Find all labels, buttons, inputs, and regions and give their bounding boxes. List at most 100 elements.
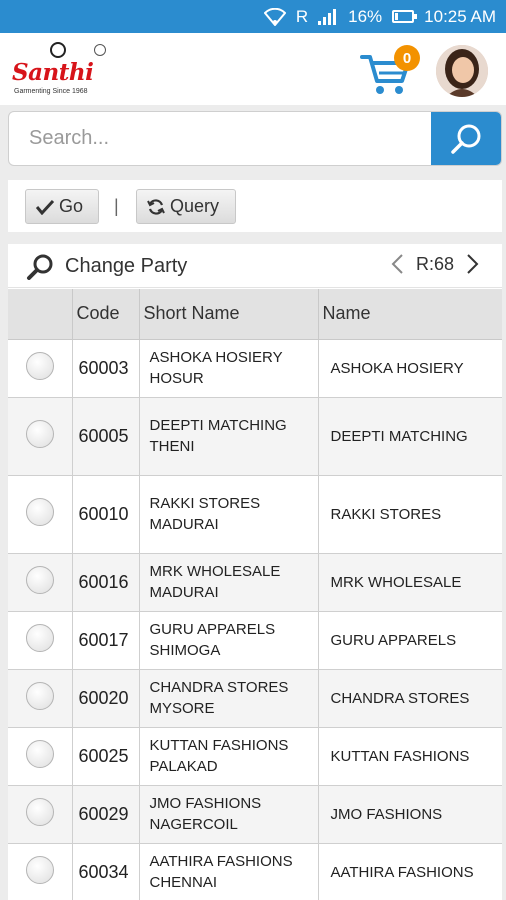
row-radio-button[interactable] [25,566,54,594]
user-avatar[interactable] [436,45,488,97]
party-code: 60003 [72,339,140,398]
signal-icon [318,8,338,25]
row-radio-button[interactable] [25,498,54,526]
short-name-line: MRK WHOLESALE [149,563,281,580]
short-name-city: NAGERCOIL [149,816,238,833]
column-header-name[interactable]: Name [318,289,502,340]
table-row[interactable]: 60017 GURU APPARELS SHIMOGA GURU APPARELS [8,611,502,670]
short-name-line: KUTTAN FASHIONS [149,737,289,754]
party-short-name: CHANDRA STORES MYSORE [139,669,319,728]
short-name-city: MADURAI [149,516,219,533]
row-radio-button[interactable] [25,624,54,652]
party-table: Code Short Name Name 60003 ASHOKA HOSIER… [8,289,502,900]
search-button[interactable] [431,112,501,165]
short-name-city: SHIMOGA [149,642,221,659]
row-select-cell [8,843,73,900]
party-code: 60020 [72,669,140,728]
row-select-cell [8,785,73,844]
party-name: KUTTAN FASHIONS [318,727,502,786]
cart-count-badge: 0 [394,45,420,71]
toolbar-separator: | [114,196,119,216]
table-row[interactable]: 60003 ASHOKA HOSIERY HOSUR ASHOKA HOSIERY [8,339,502,398]
party-name: JMO FASHIONS [318,785,502,844]
status-bar: R 16% 10:25 AM [0,0,506,33]
party-short-name: GURU APPARELS SHIMOGA [139,611,319,670]
short-name-city: CHENNAI [149,874,218,891]
certification-mark-icon [94,44,106,56]
short-name-line: GURU APPARELS [149,621,276,638]
short-name-city: MYSORE [149,700,215,717]
wifi-icon [263,7,286,26]
short-name-line: JMO FASHIONS [149,795,262,812]
row-select-cell [8,397,73,476]
party-code: 60005 [72,397,140,476]
party-short-name: JMO FASHIONS NAGERCOIL [139,785,319,844]
party-name: AATHIRA FASHIONS [318,843,502,900]
row-radio-button[interactable] [25,798,54,826]
battery-icon [392,10,418,23]
table-header-row: Code Short Name Name [8,289,502,340]
short-name-line: ASHOKA HOSIERY [149,349,283,366]
app-header: Santhi Garmenting Since 1968 0 [0,33,506,105]
party-code: 60034 [72,843,140,900]
refresh-icon [147,198,165,215]
column-header-select [8,289,73,340]
row-select-cell [8,475,73,554]
record-count: R:68 [415,253,454,274]
table-row[interactable]: 60005 DEEPTI MATCHING THENI DEEPTI MATCHI… [8,397,502,476]
short-name-line: CHANDRA STORES [149,679,289,696]
record-pager: R:68 [390,253,480,275]
party-name: RAKKI STORES [318,475,502,554]
party-short-name: DEEPTI MATCHING THENI [139,397,319,476]
table-row[interactable]: 60010 RAKKI STORES MADURAI RAKKI STORES [8,475,502,554]
party-name: MRK WHOLESALE [318,553,502,612]
party-name: GURU APPARELS [318,611,502,670]
search-input[interactable] [9,112,433,165]
party-code: 60017 [72,611,140,670]
row-radio-button[interactable] [25,420,54,448]
short-name-line: DEEPTI MATCHING [149,417,287,434]
chevron-right-icon[interactable] [466,253,480,275]
logo-emblem-icon [50,42,66,58]
go-button[interactable]: Go [25,189,99,224]
party-short-name: AATHIRA FASHIONS CHENNAI [139,843,319,900]
row-radio-button[interactable] [25,682,54,710]
table-row[interactable]: 60020 CHANDRA STORES MYSORE CHANDRA STORE… [8,669,502,728]
checkmark-icon [36,199,54,215]
party-short-name: KUTTAN FASHIONS PALAKAD [139,727,319,786]
row-radio-button[interactable] [25,740,54,768]
column-header-short-name[interactable]: Short Name [139,289,319,340]
row-select-cell [8,727,73,786]
brand-logo[interactable]: Santhi Garmenting Since 1968 [12,39,112,99]
table-row[interactable]: 60016 MRK WHOLESALE MADURAI MRK WHOLESALE [8,553,502,612]
row-select-cell [8,669,73,728]
query-button-label: Query [170,196,220,216]
short-name-city: MADURAI [149,584,219,601]
row-radio-button[interactable] [25,856,54,884]
party-name: DEEPTI MATCHING [318,397,502,476]
party-code: 60025 [72,727,140,786]
query-button[interactable]: Query [136,189,236,224]
change-party-bar[interactable]: Change Party R:68 [8,244,502,288]
search-bar [8,111,502,166]
short-name-line: AATHIRA FASHIONS [149,853,293,870]
brand-tagline: Garmenting Since 1968 [14,88,88,95]
go-button-label: Go [59,196,84,216]
battery-percent: 16% [348,6,383,26]
table-row[interactable]: 60025 KUTTAN FASHIONS PALAKAD KUTTAN FASH… [8,727,502,786]
party-short-name: ASHOKA HOSIERY HOSUR [139,339,319,398]
change-party-label: Change Party [65,255,188,277]
party-code: 60029 [72,785,140,844]
column-header-code[interactable]: Code [72,289,140,340]
row-select-cell [8,611,73,670]
table-row[interactable]: 60029 JMO FASHIONS NAGERCOIL JMO FASHIONS [8,785,502,844]
party-name: ASHOKA HOSIERY [318,339,502,398]
party-code: 60016 [72,553,140,612]
short-name-city: THENI [149,438,195,455]
table-row[interactable]: 60034 AATHIRA FASHIONS CHENNAI AATHIRA FA… [8,843,502,900]
party-short-name: RAKKI STORES MADURAI [139,475,319,554]
cart-button[interactable]: 0 [360,45,420,105]
chevron-left-icon[interactable] [390,253,404,275]
row-radio-button[interactable] [25,352,54,380]
search-icon [451,124,481,154]
